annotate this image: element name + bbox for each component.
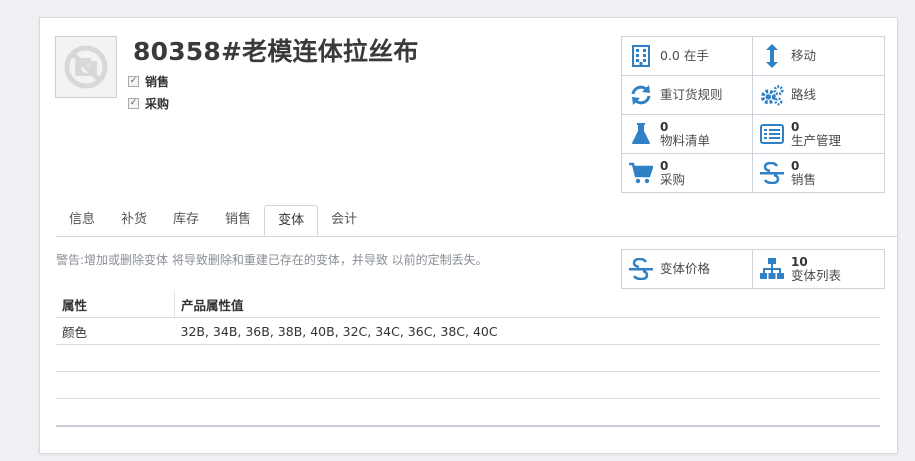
variants-warning: 警告:增加或删除变体 将导致删除和重建已存在的变体，并导致 以前的定制丢失。 <box>56 253 488 267</box>
routes-button[interactable]: 路线 <box>753 76 885 115</box>
sitemap-icon <box>760 257 784 281</box>
product-image-placeholder[interactable] <box>55 36 117 98</box>
notebook-tabs: 信息 补货 库存 销售 变体 会计 <box>56 205 897 237</box>
column-header-values[interactable]: 产品属性值 <box>174 291 880 318</box>
sale-ok-checkbox-row[interactable]: ✓ 销售 <box>128 73 169 90</box>
tab-accounting[interactable]: 会计 <box>318 205 370 236</box>
no-camera-icon <box>64 45 108 89</box>
purchases-button[interactable]: 0 采购 <box>622 154 753 193</box>
gears-icon <box>760 83 784 107</box>
attribute-lines-table: 属性 产品属性值 颜色 32B, 34B, 36B, 38B, 40B, 32C… <box>56 291 880 427</box>
attribute-name-cell: 颜色 <box>56 317 175 345</box>
purchases-count: 0 <box>660 159 669 173</box>
bom-label: 物料清单 <box>660 133 711 148</box>
variant-prices-label: 变体价格 <box>660 261 711 276</box>
tab-sales[interactable]: 销售 <box>212 205 264 236</box>
variant-prices-button[interactable]: 变体价格 <box>622 250 753 289</box>
sale-ok-checkbox[interactable]: ✓ <box>128 76 139 87</box>
purchase-ok-label: 采购 <box>145 97 170 111</box>
variant-list-text: 10 变体列表 <box>791 255 841 283</box>
product-title: 80358#老模连体拉丝布 <box>133 37 419 66</box>
strikethrough-icon <box>629 257 653 281</box>
table-header-row: 属性 产品属性值 <box>56 291 880 318</box>
list-alt-icon <box>760 122 784 146</box>
manufacturing-count: 0 <box>791 120 800 134</box>
variant-list-label: 变体列表 <box>791 268 842 283</box>
table-row[interactable]: 颜色 32B, 34B, 36B, 38B, 40B, 32C, 34C, 36… <box>56 317 880 345</box>
variant-list-button[interactable]: 10 变体列表 <box>753 250 885 289</box>
building-icon <box>629 44 653 68</box>
column-header-attribute[interactable]: 属性 <box>56 291 175 318</box>
moves-button[interactable]: 移动 <box>753 37 885 76</box>
tab-info[interactable]: 信息 <box>56 205 108 236</box>
purchase-ok-checkbox[interactable]: ✓ <box>128 98 139 109</box>
flask-icon <box>629 122 653 146</box>
bom-text: 0 物料清单 <box>660 120 710 148</box>
form-sheet: 80358#老模连体拉丝布 ✓ 销售 ✓ 采购 0.0 在手 移动 重订货规则 … <box>39 17 898 454</box>
bom-button[interactable]: 0 物料清单 <box>622 115 753 154</box>
sales-button[interactable]: 0 销售 <box>753 154 885 193</box>
bom-count: 0 <box>660 120 669 134</box>
variant-button-box: 变体价格 10 变体列表 <box>621 249 885 289</box>
sale-ok-label: 销售 <box>145 75 170 89</box>
table-row-empty <box>56 371 880 399</box>
purchases-text: 0 采购 <box>660 159 685 187</box>
tab-replenish[interactable]: 补货 <box>108 205 160 236</box>
reordering-rules-label: 重订货规则 <box>660 87 723 102</box>
sales-text: 0 销售 <box>791 159 816 187</box>
manufacturing-label: 生产管理 <box>791 133 842 148</box>
table-row-empty <box>56 398 880 427</box>
moves-label: 移动 <box>791 48 817 63</box>
sales-count: 0 <box>791 159 800 173</box>
on-hand-button[interactable]: 0.0 在手 <box>622 37 753 76</box>
table-row-empty <box>56 344 880 372</box>
sales-label: 销售 <box>791 172 817 187</box>
on-hand-label: 0.0 在手 <box>660 48 709 63</box>
tab-inventory[interactable]: 库存 <box>160 205 212 236</box>
routes-label: 路线 <box>791 87 817 102</box>
tab-variants[interactable]: 变体 <box>264 205 319 236</box>
manufacturing-button[interactable]: 0 生产管理 <box>753 115 885 154</box>
purchases-label: 采购 <box>660 172 686 187</box>
variant-list-count: 10 <box>791 255 808 269</box>
attribute-values-cell: 32B, 34B, 36B, 38B, 40B, 32C, 34C, 36C, … <box>174 317 880 345</box>
refresh-icon <box>629 83 653 107</box>
purchase-ok-checkbox-row[interactable]: ✓ 采购 <box>128 95 169 112</box>
strikethrough-icon <box>760 161 784 185</box>
shopping-cart-icon <box>629 161 653 185</box>
reordering-rules-button[interactable]: 重订货规则 <box>622 76 753 115</box>
smart-button-box: 0.0 在手 移动 重订货规则 路线 0 物料清单 0 生产管理 0 采购 0 … <box>621 36 885 193</box>
arrows-vertical-icon <box>760 44 784 68</box>
manufacturing-text: 0 生产管理 <box>791 120 841 148</box>
